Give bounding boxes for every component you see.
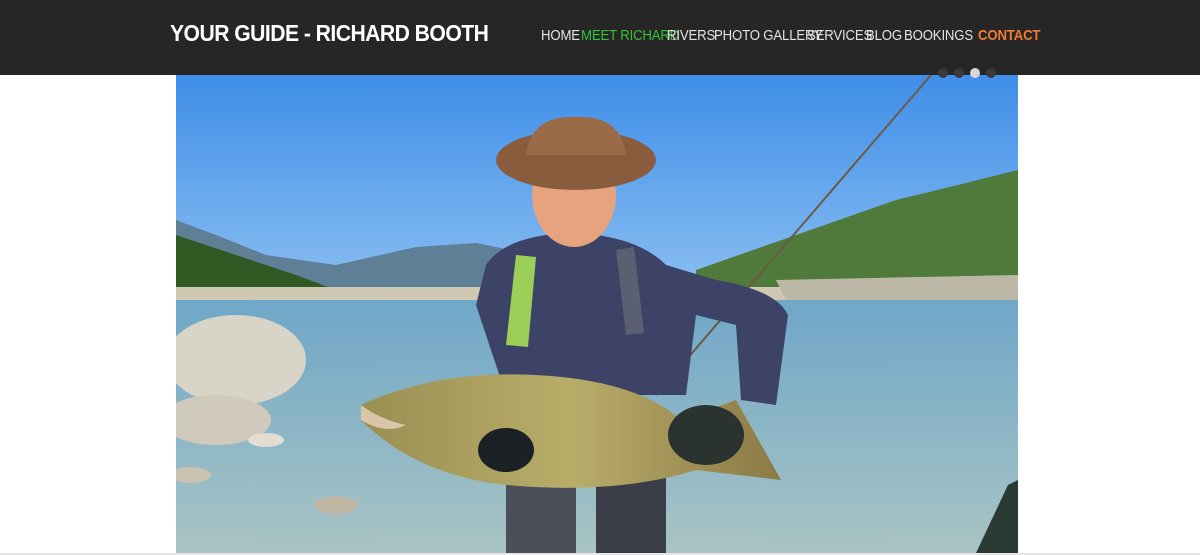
hero-slide-image xyxy=(176,75,1018,553)
site-header: YOUR GUIDE - RICHARD BOOTH HOME MEET RIC… xyxy=(0,0,1200,75)
nav-item-rivers[interactable]: RIVERS xyxy=(667,27,715,44)
nav-item-meet-richard[interactable]: MEET RICHARD xyxy=(581,27,679,44)
slider-dot-3[interactable] xyxy=(970,68,980,78)
slider-dot-2[interactable] xyxy=(954,68,964,78)
nav-item-bookings[interactable]: BOOKINGS xyxy=(904,27,973,44)
nav-item-services[interactable]: SERVICES xyxy=(807,27,872,44)
hero-photo xyxy=(176,75,1018,553)
nav-item-home[interactable]: HOME xyxy=(541,27,580,44)
slider-dot-4[interactable] xyxy=(986,68,996,78)
nav-item-contact[interactable]: CONTACT xyxy=(978,27,1040,44)
slider-dot-1[interactable] xyxy=(938,68,948,78)
main-nav: HOME MEET RICHARD RIVERS PHOTO GALLERY S… xyxy=(0,27,1200,47)
nav-item-blog[interactable]: BLOG xyxy=(866,27,902,44)
